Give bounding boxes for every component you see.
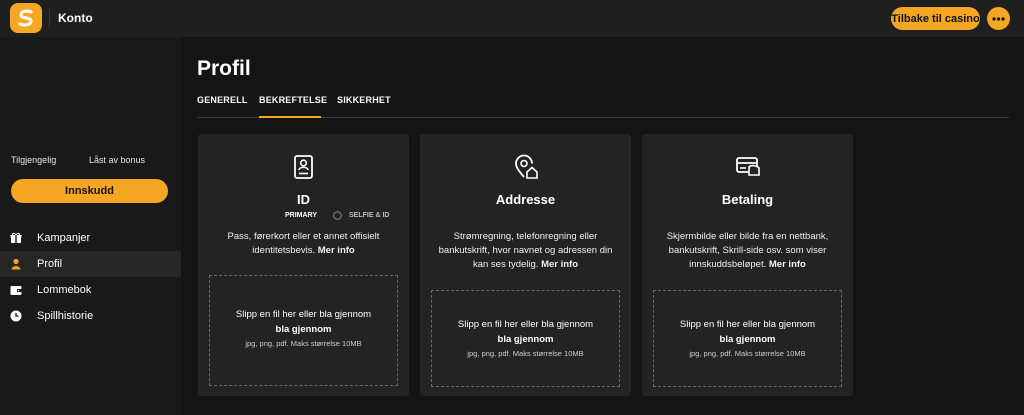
file-requirements: jpg, png, pdf. Maks størrelse 10MB bbox=[689, 349, 806, 358]
address-card: Addresse Strømregning, telefonregning el… bbox=[420, 134, 631, 396]
available-balance-label: Tilgjengelig bbox=[11, 155, 57, 165]
clock-icon bbox=[10, 310, 22, 322]
file-requirements: jpg, png, pdf. Maks størrelse 10MB bbox=[467, 349, 584, 358]
more-info-link[interactable]: Mer info bbox=[769, 259, 806, 270]
drop-instructions: Slipp en fil her eller bla gjennom bbox=[235, 309, 372, 320]
header-divider bbox=[49, 9, 50, 27]
card-title: Betaling bbox=[721, 192, 774, 207]
tab-generell[interactable]: GENERELL bbox=[197, 95, 248, 105]
active-tab-indicator bbox=[259, 116, 321, 118]
file-drop-zone[interactable]: Slipp en fil her eller bla gjennom bla g… bbox=[653, 290, 842, 387]
sidebar-item-label: Spillhistorie bbox=[37, 310, 94, 322]
back-to-casino-button[interactable]: Tilbake til casino bbox=[891, 7, 980, 30]
sidebar-item-profil[interactable]: Profil bbox=[0, 251, 181, 277]
more-dots-icon bbox=[992, 16, 1005, 21]
more-options-button[interactable] bbox=[987, 7, 1010, 30]
tab-sikkerhet[interactable]: SIKKERHET bbox=[337, 95, 391, 105]
drop-instructions: Slipp en fil her eller bla gjennom bbox=[679, 319, 816, 330]
file-drop-zone[interactable]: Slipp en fil her eller bla gjennom bla g… bbox=[209, 275, 398, 386]
description-text: Strømregning, telefonregning eller banku… bbox=[438, 231, 613, 270]
wallet-icon bbox=[10, 284, 22, 296]
file-requirements: jpg, png, pdf. Maks størrelse 10MB bbox=[245, 339, 362, 348]
card-title: ID bbox=[297, 192, 310, 207]
card-description: Pass, førerkort eller et annet offisielt… bbox=[212, 230, 395, 258]
logo-icon bbox=[18, 9, 33, 27]
user-icon bbox=[10, 258, 22, 270]
description-text: Pass, førerkort eller et annet offisielt… bbox=[227, 231, 380, 256]
app-title: Konto bbox=[58, 11, 93, 25]
location-home-icon bbox=[513, 154, 539, 180]
id-card-icon bbox=[291, 154, 317, 180]
page-title: Profil bbox=[197, 57, 251, 80]
tab-bekreftelse[interactable]: BEKREFTELSE bbox=[259, 95, 327, 105]
sidebar-item-lommebok[interactable]: Lommebok bbox=[0, 277, 181, 303]
gift-icon bbox=[10, 232, 22, 244]
id-card: ID PRIMARY SELFIE & ID Pass, førerkort e… bbox=[198, 134, 409, 396]
drop-instructions: Slipp en fil her eller bla gjennom bbox=[457, 319, 594, 330]
more-info-link[interactable]: Mer info bbox=[541, 259, 578, 270]
sidebar-item-label: Profil bbox=[37, 258, 63, 270]
card-description: Skjermbilde eller bilde fra en nettbank,… bbox=[656, 230, 839, 272]
subtab-primary[interactable]: PRIMARY bbox=[285, 212, 317, 219]
browse-link[interactable]: bla gjennom bbox=[210, 324, 397, 335]
locked-bonus-label: Låst av bonus bbox=[89, 155, 146, 165]
sidebar-item-label: Kampanjer bbox=[37, 232, 91, 244]
deposit-button[interactable]: Innskudd bbox=[11, 179, 168, 203]
card-title: Addresse bbox=[495, 192, 556, 207]
browse-link[interactable]: bla gjennom bbox=[432, 334, 619, 345]
sidebar-item-kampanjer[interactable]: Kampanjer bbox=[0, 225, 181, 251]
card-description: Strømregning, telefonregning eller banku… bbox=[434, 230, 617, 272]
browse-link[interactable]: bla gjennom bbox=[654, 334, 841, 345]
more-info-link[interactable]: Mer info bbox=[318, 245, 355, 256]
payment-card-icon bbox=[735, 154, 761, 180]
sidebar-item-label: Lommebok bbox=[37, 284, 92, 296]
sidebar: Tilgjengelig Låst av bonus Innskudd Kamp… bbox=[0, 37, 181, 415]
shield-icon bbox=[333, 211, 342, 222]
payment-card: Betaling Skjermbilde eller bilde fra en … bbox=[642, 134, 853, 396]
subtab-selfie-id[interactable]: SELFIE & ID bbox=[349, 212, 389, 219]
top-bar: Konto Tilbake til casino bbox=[0, 0, 1024, 37]
logo[interactable] bbox=[10, 3, 42, 33]
sidebar-item-spillhistorie[interactable]: Spillhistorie bbox=[0, 303, 181, 329]
file-drop-zone[interactable]: Slipp en fil her eller bla gjennom bla g… bbox=[431, 290, 620, 387]
